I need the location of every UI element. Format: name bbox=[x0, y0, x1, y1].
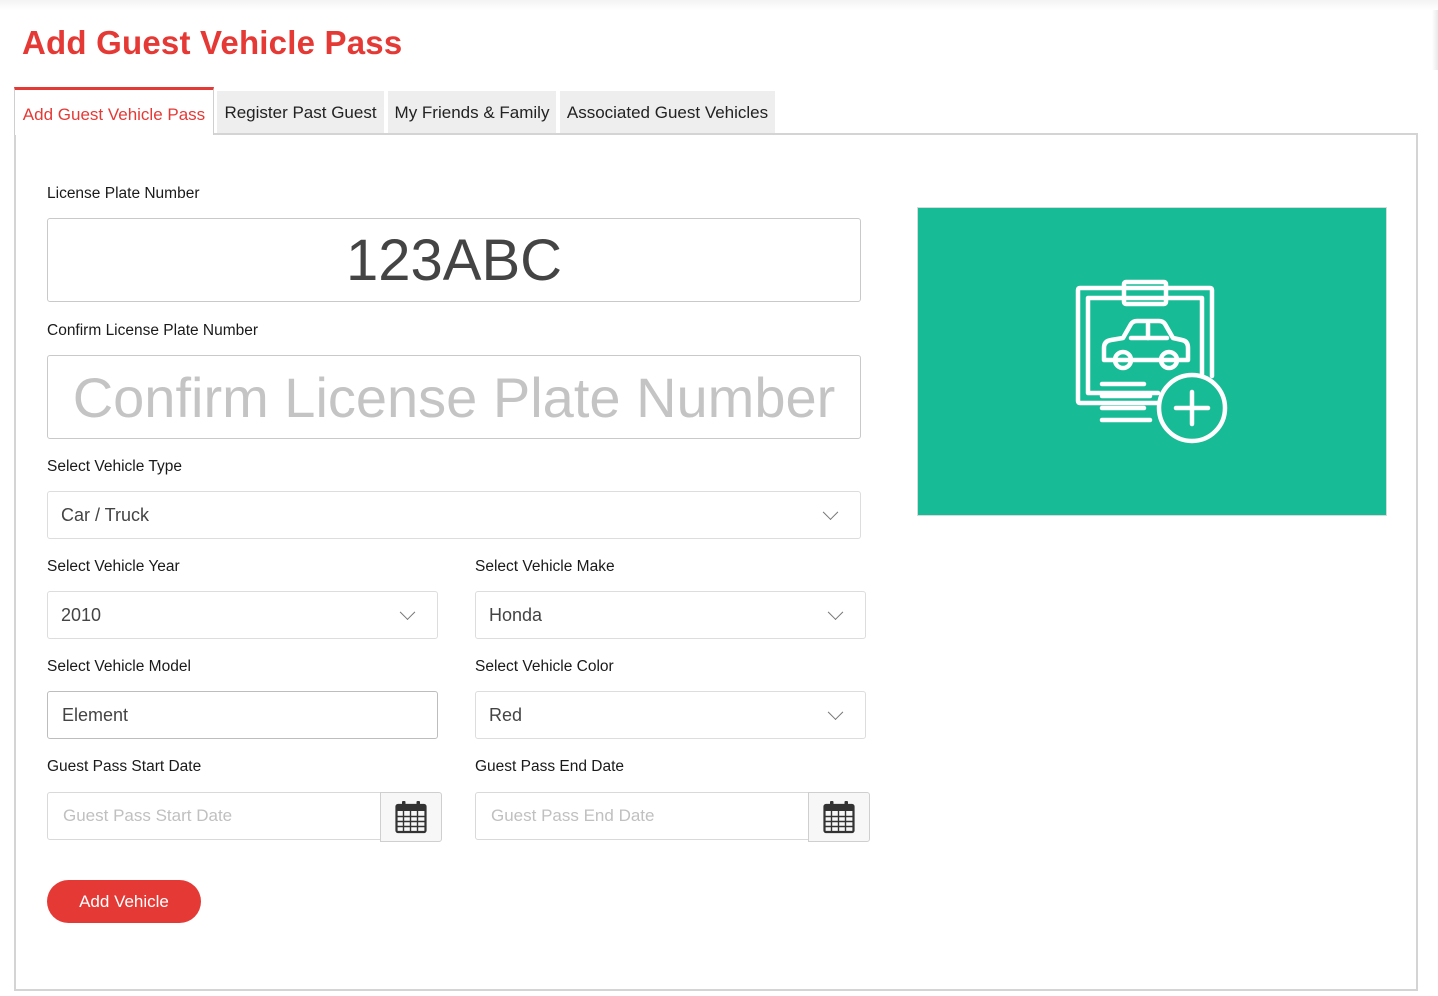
vehicle-model-input[interactable]: Element bbox=[47, 691, 438, 739]
vehicle-type-select[interactable]: Car / Truck bbox=[47, 491, 861, 539]
vehicle-color-select[interactable]: Red bbox=[475, 691, 866, 739]
vehicle-make-value: Honda bbox=[489, 604, 543, 625]
chevron-down-icon bbox=[827, 604, 844, 621]
license-plate-input[interactable]: 123ABC bbox=[47, 218, 861, 302]
confirm-license-plate-input[interactable]: Confirm License Plate Number bbox=[47, 355, 861, 439]
tab-my-friends-family[interactable]: My Friends & Family bbox=[388, 91, 556, 134]
tab-register-past-guest[interactable]: Register Past Guest bbox=[217, 91, 384, 134]
confirm-plate-label: Confirm License Plate Number bbox=[47, 322, 259, 339]
end-date-input[interactable]: Guest Pass End Date bbox=[475, 792, 809, 840]
calendar-icon bbox=[395, 801, 427, 834]
vehicle-year-select[interactable]: 2010 bbox=[47, 591, 438, 639]
start-date-input[interactable]: Guest Pass Start Date bbox=[47, 792, 381, 840]
window-top-edge bbox=[0, 0, 1438, 10]
tab-add-guest-vehicle-pass[interactable]: Add Guest Vehicle Pass bbox=[14, 87, 214, 135]
start-date-label: Guest Pass Start Date bbox=[47, 758, 202, 775]
vehicle-color-value: Red bbox=[489, 704, 523, 725]
end-date-label: Guest Pass End Date bbox=[475, 758, 625, 775]
chevron-down-icon bbox=[822, 504, 839, 521]
calendar-icon bbox=[823, 801, 855, 834]
start-date-calendar-button[interactable] bbox=[380, 792, 442, 842]
vehicle-type-value: Car / Truck bbox=[61, 504, 150, 525]
window-edge-shadow bbox=[1432, 10, 1438, 70]
vehicle-make-label: Select Vehicle Make bbox=[475, 558, 615, 575]
chevron-down-icon bbox=[399, 604, 416, 621]
tab-associated-guest-vehicles[interactable]: Associated Guest Vehicles bbox=[560, 91, 775, 134]
plate-label: License Plate Number bbox=[47, 185, 200, 202]
add-vehicle-button[interactable]: Add Vehicle bbox=[47, 880, 201, 923]
vehicle-year-value: 2010 bbox=[61, 604, 102, 625]
clipboard-car-add-icon bbox=[1075, 279, 1228, 444]
vehicle-pass-illustration bbox=[918, 208, 1386, 515]
vehicle-model-label: Select Vehicle Model bbox=[47, 658, 191, 675]
chevron-down-icon bbox=[827, 704, 844, 721]
end-date-calendar-button[interactable] bbox=[808, 792, 870, 842]
vehicle-type-label: Select Vehicle Type bbox=[47, 458, 182, 475]
vehicle-color-label: Select Vehicle Color bbox=[475, 658, 614, 675]
page-title: Add Guest Vehicle Pass bbox=[22, 24, 403, 61]
vehicle-make-select[interactable]: Honda bbox=[475, 591, 866, 639]
vehicle-year-label: Select Vehicle Year bbox=[47, 558, 180, 575]
